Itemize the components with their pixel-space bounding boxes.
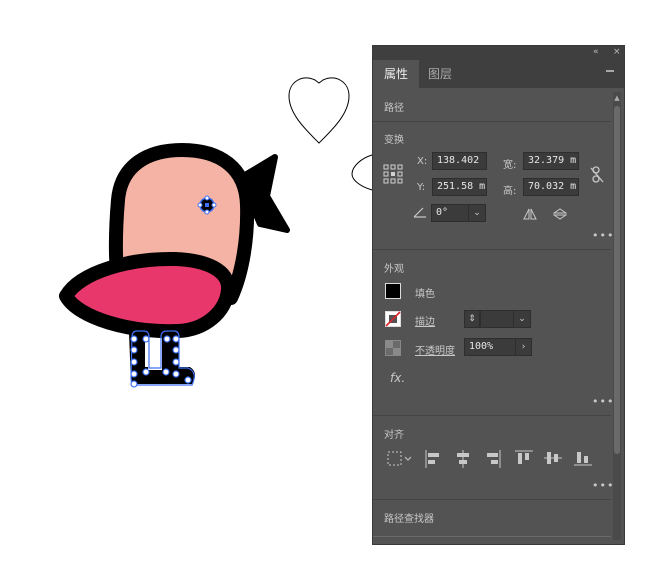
align-more-button[interactable]: ••• [592,480,614,491]
eye-center-point [205,203,209,207]
panel-tabs: 属性 图层 [373,60,624,88]
stroke-swatch[interactable] [385,311,401,327]
properties-panel: « × 属性 图层 ▲ 路径 变换 X: 138.402 Y: 251.58 m… [372,45,625,545]
align-vertical-center-icon[interactable] [544,450,562,466]
align-to-selection-icon[interactable] [387,451,413,467]
panel-scrollbar[interactable]: ▲ [613,92,621,540]
stroke-weight-dropdown[interactable]: ⌄ [513,310,531,328]
fill-label: 填色 [415,289,435,300]
panel-titlebar[interactable]: « × [373,46,624,60]
divider [373,249,611,250]
bird-wing[interactable] [59,251,235,339]
stroke-weight-field[interactable] [480,310,514,328]
x-label: X: [417,156,428,167]
opacity-field[interactable]: 100% [464,338,516,356]
appearance-more-button[interactable]: ••• [592,396,614,407]
close-icon[interactable]: × [613,47,621,58]
width-field[interactable]: 32.379 m [523,152,579,170]
section-title-pathfinder: 路径查找器 [384,514,434,525]
angle-field[interactable]: 0° [431,204,469,222]
align-top-icon[interactable] [515,450,533,466]
panel-menu-icon[interactable] [606,70,614,72]
align-left-icon[interactable] [425,450,441,468]
flip-vertical-icon[interactable] [553,208,567,220]
divider [373,121,611,122]
align-horizontal-center-icon[interactable] [455,450,471,468]
rotate-angle-icon [413,207,426,218]
align-right-icon[interactable] [485,450,501,468]
align-bottom-icon[interactable] [574,450,592,466]
height-field[interactable]: 70.032 m [523,178,579,196]
heart-shape[interactable] [288,77,350,144]
stroke-label[interactable]: 描边 [415,313,435,328]
section-title-align: 对齐 [384,430,404,441]
leg-gap [145,340,157,367]
tab-properties[interactable]: 属性 [373,60,420,88]
y-field[interactable]: 251.58 m [432,178,487,196]
height-label: 高: [503,186,517,197]
section-title-transform: 变换 [384,135,404,146]
heart-shape-partial[interactable] [351,154,373,191]
x-field[interactable]: 138.402 [432,152,487,170]
fx-icon[interactable]: fx. [390,371,405,385]
angle-dropdown[interactable]: ⌄ [468,204,486,222]
tab-layers[interactable]: 图层 [417,60,463,88]
reference-point-icon[interactable] [383,164,403,184]
y-label: Y: [417,182,426,193]
collapse-icon[interactable]: « [593,47,599,58]
fill-swatch[interactable] [385,283,401,299]
pathfinder-icons-edge [373,536,611,537]
divider [373,415,611,416]
section-title-appearance: 外观 [384,264,404,275]
scroll-thumb[interactable] [614,106,620,454]
bird-legs[interactable] [129,333,196,384]
opacity-label[interactable]: 不透明度 [415,342,455,357]
transform-more-button[interactable]: ••• [592,230,614,241]
flip-horizontal-icon[interactable] [523,208,537,220]
divider [373,499,611,500]
opacity-expand-button[interactable]: › [515,338,532,356]
stroke-weight-stepper[interactable]: ⇕ [464,310,480,328]
constrain-proportions-icon[interactable] [590,166,604,184]
section-title-path: 路径 [384,103,404,114]
width-label: 宽: [503,160,517,171]
opacity-checker-icon [385,340,401,356]
scroll-up-icon[interactable]: ▲ [613,94,621,102]
